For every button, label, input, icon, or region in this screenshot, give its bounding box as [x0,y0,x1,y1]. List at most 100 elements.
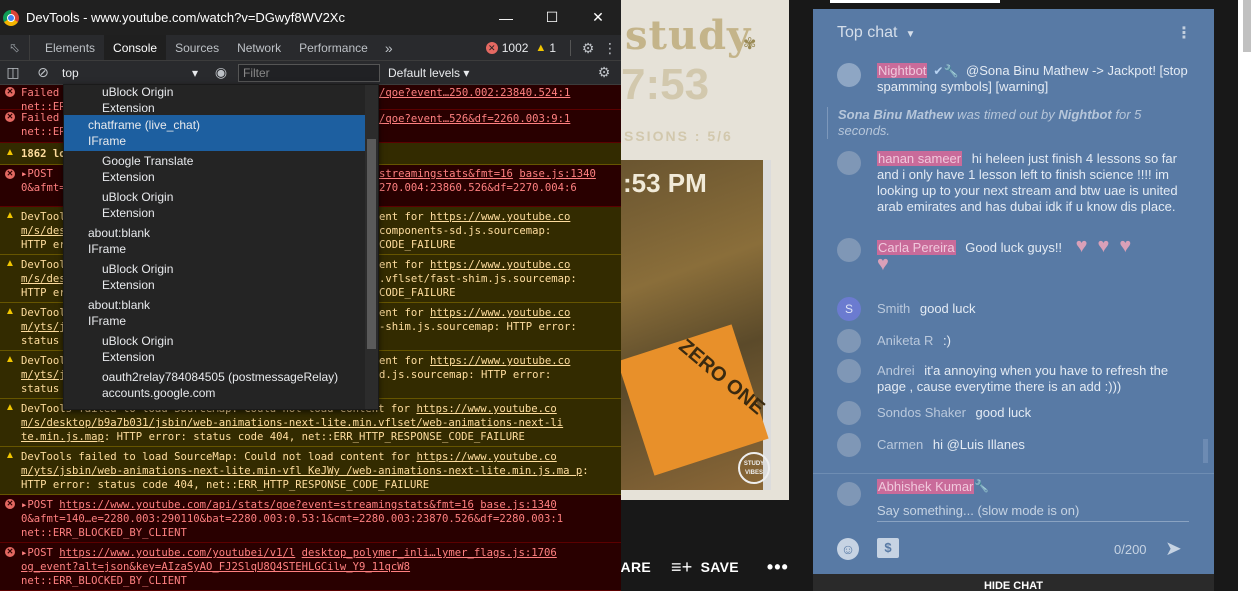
avatar[interactable]: S [837,297,861,321]
warning-icon: ▲ [5,306,15,317]
avatar[interactable] [837,63,861,87]
chat-author[interactable]: Nightbot [877,63,928,78]
share-button[interactable]: HARE [621,559,651,575]
chat-message: Aniketa R :) [837,329,1189,353]
overlay-clock: :53 PM [623,168,707,198]
context-option[interactable]: Google Translate Extension [64,151,378,187]
avatar[interactable] [837,433,861,457]
context-option[interactable]: about:blank IFrame [64,223,378,259]
tab-console[interactable]: Console [104,35,167,60]
context-option-title: chatframe (live_chat) [88,118,201,132]
chat-header: Top chat ▼ ⋮ [813,9,1214,57]
moderator-wrench-icon: ✔🔧 [933,64,959,78]
context-option[interactable]: oauth2relay784084505 (postmessageRelay) … [64,367,378,403]
send-icon[interactable]: ➤ [1165,536,1182,561]
avatar[interactable] [837,151,861,175]
warning-icon: ▲ [5,210,15,221]
context-option[interactable]: about:blank IFrame [64,295,378,331]
error-icon: ✕ [5,87,15,97]
more-actions-button[interactable]: ••• [767,557,789,578]
page-scrollbar[interactable] [1238,0,1255,591]
close-icon[interactable]: ✕ [575,0,621,35]
context-option[interactable]: uBlock Origin Extension [64,259,378,295]
tab-sources[interactable]: Sources [166,35,228,60]
chat-menu-icon[interactable]: ⋮ [1176,23,1192,43]
overlay-timer: 7:53 [621,60,710,109]
char-counter: 0/200 [1114,542,1147,557]
chat-message: Carmen hi @Luis Illanes [837,433,1189,457]
chat-system-message: Sona Binu Mathew was timed out by Nightb… [827,107,1189,139]
emoji-icon[interactable]: ☺ [837,538,859,560]
log-levels-label: Default levels [388,65,461,80]
avatar[interactable] [837,401,861,425]
tab-performance[interactable]: Performance [290,35,377,60]
chat-message: Carla Pereira Good luck guys!! ♥ ♥ ♥ ♥ [837,236,1189,275]
chat-author[interactable]: Andrei [877,363,915,378]
moderator-name: Nightbot [1058,107,1112,122]
chrome-logo-icon [3,9,19,26]
chat-author[interactable]: Sondos Shaker [877,405,966,420]
error-icon: ✕ [485,42,498,54]
net-error: net::ERR_BLOCKED_BY_CLIENT [21,575,187,587]
context-option[interactable]: uBlock Origin Extension [64,187,378,223]
tab-elements[interactable]: Elements [36,35,104,60]
chat-author[interactable]: Smith [877,301,910,316]
window-title: DevTools - www.youtube.com/watch?v=DGwyf… [26,10,345,25]
context-option[interactable]: uBlock Origin Extension [64,331,378,367]
maximize-icon[interactable]: ☐ [529,0,575,35]
more-tabs-button[interactable]: » [377,35,401,60]
post-label: POST [27,547,60,559]
page-scrollbar-thumb[interactable] [1243,0,1251,52]
error-icon: ✕ [5,499,15,509]
chat-scrollbar[interactable] [1203,439,1208,463]
source-link[interactable]: desktop_polymer_inli…lymer_flags.js:1706 [302,547,557,559]
clear-console-icon[interactable]: ⊘ [32,64,54,81]
request-link[interactable]: https://www.youtube.com/api/stats/qoe?ev… [59,499,474,511]
filter-input[interactable] [238,63,380,82]
inspect-element-icon[interactable]: ⬁ [0,35,30,60]
window-controls: — ☐ ✕ [483,0,621,35]
console-message: ▲ DevTools failed to load SourceMap: Cou… [0,447,621,495]
context-option-title: oauth2relay784084505 (postmessageRelay) [102,370,339,384]
console-settings-icon[interactable]: ⚙ [593,64,615,81]
minimize-icon[interactable]: — [483,0,529,35]
super-chat-icon[interactable]: $ [877,538,899,558]
context-selector[interactable]: top ▾ [62,66,202,80]
settings-gear-icon[interactable]: ⚙ [577,40,599,57]
devtools-window: DevTools - www.youtube.com/watch?v=DGwyf… [0,0,621,591]
chat-author[interactable]: hanan sameer [877,151,963,166]
request-link[interactable]: https://www.youtube.com/youtubei/v1/l [59,547,295,559]
chat-mode-selector[interactable]: Top chat ▼ [837,24,915,42]
save-button[interactable]: ≡+ SAVE [671,557,739,578]
avatar [837,482,861,506]
sidebar-toggle-icon[interactable]: ◫ [2,64,24,81]
avatar[interactable] [837,329,861,353]
post-label: POST [27,499,60,511]
video-player[interactable]: study ✾ 7:53 SSIONS : 5/6 :53 PM ZERO ON… [621,0,789,500]
issues-counter[interactable]: ✕ 1002 ▲ 1 [482,41,560,55]
hide-chat-button[interactable]: HIDE CHAT [813,574,1214,591]
eye-icon[interactable]: ◉ [210,64,232,81]
chat-author[interactable]: Carmen [877,437,923,452]
scrollbar-thumb[interactable] [367,139,376,349]
chat-messages: Nightbot ✔🔧 @Sona Binu Mathew -> Jackpot!… [813,57,1214,473]
avatar[interactable] [837,359,861,383]
tab-network[interactable]: Network [228,35,290,60]
heart-emoji-icon: ♥ [877,253,889,275]
chat-message: S Smith good luck [837,297,1189,321]
chat-message-input[interactable] [877,500,1189,522]
dropdown-scrollbar[interactable] [365,85,378,409]
chat-author[interactable]: Aniketa R [877,333,933,348]
devtools-tabbar: ⬁ Elements Console Sources Network Perfo… [0,35,621,61]
source-link[interactable]: base.js:1340 [480,499,557,511]
context-option-title: about:blank [88,298,151,312]
request-params: 0&afmt=140…e=2280.003:290110&bat=2280.00… [21,513,564,525]
context-option[interactable]: uBlock Origin Extension [64,85,378,115]
avatar[interactable] [837,238,861,262]
kebab-menu-icon[interactable]: ⋮ [599,40,621,57]
chat-message: Andrei it'a annoying when you have to re… [837,359,1189,395]
context-option-selected[interactable]: chatframe (live_chat) IFrame [64,115,378,151]
log-levels-dropdown[interactable]: Default levels ▾ [388,66,469,80]
context-option-kind: Extension [102,278,155,292]
chat-text: good luck [919,301,976,316]
